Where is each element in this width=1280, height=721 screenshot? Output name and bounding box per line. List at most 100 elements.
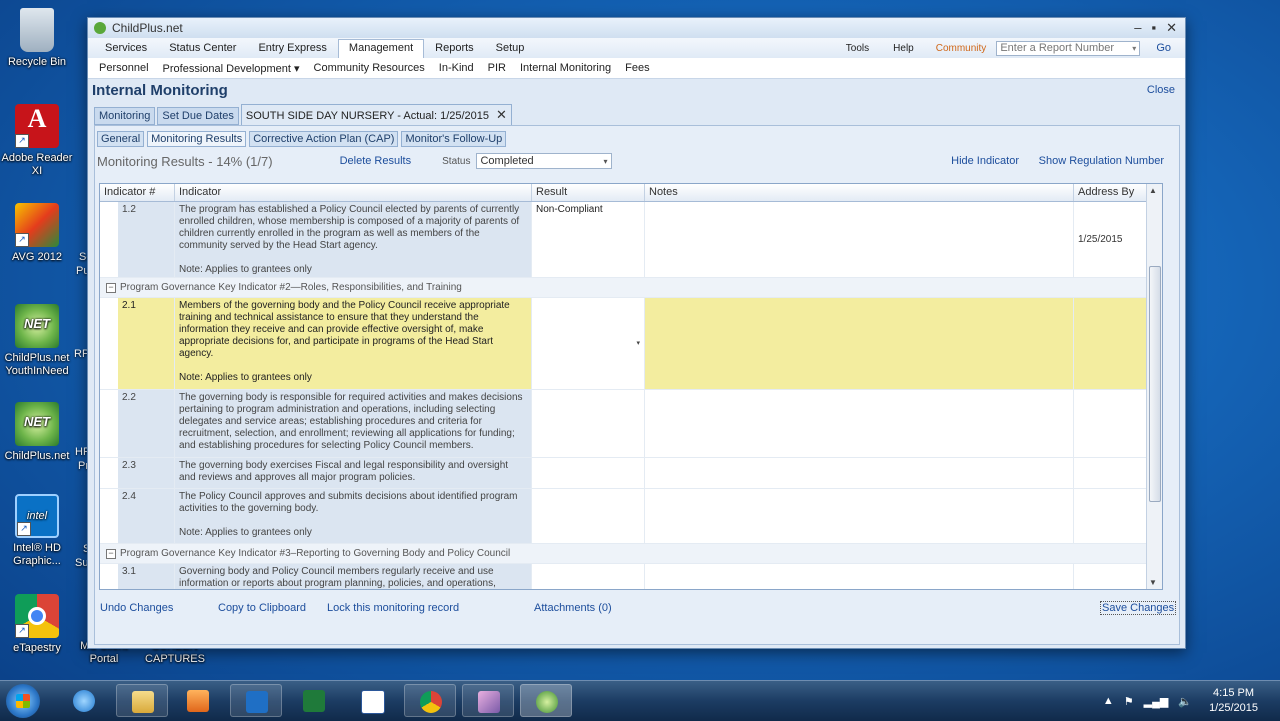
address-by-cell[interactable] (1074, 390, 1149, 457)
close-tab-icon[interactable]: ✕ (496, 107, 507, 122)
tab-monitors-follow-up[interactable]: Monitor's Follow-Up (401, 131, 507, 147)
tab-monitoring[interactable]: Monitoring (94, 107, 156, 125)
status-select[interactable]: Completed ▾ (476, 153, 613, 169)
taskbar-childplus[interactable] (520, 684, 572, 717)
taskbar-chrome[interactable] (404, 684, 456, 717)
result-cell[interactable] (532, 564, 645, 589)
desktop-icon-childplus[interactable]: ChildPlus.net (0, 402, 74, 463)
close-window-button[interactable]: ✕ (1166, 20, 1177, 36)
result-cell[interactable]: Non-Compliant (532, 202, 645, 277)
address-by-cell[interactable] (1074, 564, 1149, 589)
taskbar-image-viewer[interactable] (462, 684, 514, 717)
tab-south-side-day-nursery[interactable]: SOUTH SIDE DAY NURSERY - Actual: 1/25/20… (240, 104, 512, 125)
menu-reports[interactable]: Reports (424, 39, 485, 57)
table-row[interactable]: 2.4 The Policy Council approves and subm… (100, 489, 1162, 544)
taskbar-word[interactable] (346, 684, 398, 717)
submenu-professional-development[interactable]: Professional Development ▾ (156, 62, 307, 75)
network-icon[interactable]: ▂▄▆ (1144, 695, 1169, 708)
menu-setup[interactable]: Setup (485, 39, 536, 57)
menu-entry-express[interactable]: Entry Express (247, 39, 337, 57)
show-regulation-number-link[interactable]: Show Regulation Number (1039, 155, 1164, 167)
scroll-down-icon[interactable]: ▼ (1149, 578, 1157, 587)
notes-cell[interactable] (645, 489, 1074, 543)
tab-general[interactable]: General (97, 131, 145, 147)
save-changes-button[interactable]: Save Changes (1100, 601, 1177, 615)
chevron-down-icon[interactable]: ▾ (636, 338, 640, 350)
tab-set-due-dates[interactable]: Set Due Dates (157, 107, 239, 125)
taskbar-excel[interactable] (288, 684, 340, 717)
desktop-icon-etapestry[interactable]: ↗ eTapestry (0, 594, 74, 655)
start-button[interactable] (6, 684, 40, 718)
table-row[interactable]: 1.2 The program has established a Policy… (100, 202, 1162, 278)
maximize-button[interactable]: ▪ (1151, 20, 1156, 36)
go-button[interactable]: Go (1156, 42, 1171, 54)
notes-cell[interactable] (645, 298, 1074, 389)
result-dropdown[interactable]: ▾ (532, 298, 645, 389)
show-hidden-icons-icon[interactable]: ▲ (1103, 695, 1114, 707)
menu-tools[interactable]: Tools (846, 43, 869, 54)
hide-indicator-link[interactable]: Hide Indicator (951, 155, 1019, 167)
submenu-pir[interactable]: PIR (481, 62, 513, 74)
col-notes[interactable]: Notes (645, 184, 1074, 201)
scroll-up-icon[interactable]: ▲ (1149, 186, 1157, 195)
tab-corrective-action-plan[interactable]: Corrective Action Plan (CAP) (249, 131, 399, 147)
minimize-button[interactable]: – (1134, 20, 1141, 36)
menu-management[interactable]: Management (337, 38, 425, 58)
submenu-community-resources[interactable]: Community Resources (307, 62, 432, 74)
table-row[interactable]: 3.1 Governing body and Policy Council me… (100, 564, 1162, 589)
desktop-icon-adobe-reader[interactable]: ↗ Adobe Reader XI (0, 104, 74, 178)
submenu-in-kind[interactable]: In-Kind (432, 62, 481, 74)
volume-icon[interactable]: 🔈 (1178, 695, 1192, 708)
table-row[interactable]: 2.2 The governing body is responsible fo… (100, 390, 1162, 458)
taskbar-outlook[interactable] (230, 684, 282, 717)
address-by-cell[interactable] (1074, 298, 1149, 389)
result-cell[interactable] (532, 390, 645, 457)
result-cell[interactable] (532, 489, 645, 543)
menu-services[interactable]: Services (94, 39, 158, 57)
tab-monitoring-results[interactable]: Monitoring Results (147, 131, 247, 147)
collapse-icon[interactable]: − (106, 548, 116, 559)
scroll-thumb[interactable] (1149, 266, 1161, 502)
notes-cell[interactable] (645, 458, 1074, 488)
taskbar-internet-explorer[interactable] (58, 684, 110, 717)
desktop-icon-childplus-youthinneed[interactable]: ChildPlus.net YouthInNeed (0, 304, 74, 378)
copy-to-clipboard-link[interactable]: Copy to Clipboard (218, 602, 306, 614)
menu-help[interactable]: Help (893, 43, 914, 54)
notes-cell[interactable] (645, 390, 1074, 457)
taskbar-file-explorer[interactable] (116, 684, 168, 717)
delete-results-link[interactable]: Delete Results (340, 155, 412, 167)
lock-record-link[interactable]: Lock this monitoring record (327, 602, 459, 614)
report-number-input[interactable]: Enter a Report Number ▾ (996, 40, 1141, 56)
col-indicator-number[interactable]: Indicator # (100, 184, 175, 201)
flag-icon[interactable]: ⚑ (1124, 695, 1134, 708)
address-by-cell[interactable] (1074, 458, 1149, 488)
vertical-scrollbar[interactable]: ▲ ▼ (1146, 184, 1162, 589)
address-by-cell[interactable] (1074, 489, 1149, 543)
close-page-link[interactable]: Close (1147, 84, 1175, 96)
collapse-icon[interactable]: − (106, 282, 116, 293)
menu-community[interactable]: Community (936, 43, 987, 54)
undo-changes-link[interactable]: Undo Changes (100, 602, 173, 614)
desktop-icon-intel-hd[interactable]: ↗ Intel® HD Graphic... (0, 494, 74, 568)
taskbar-media-player[interactable] (172, 684, 224, 717)
address-by-cell[interactable]: 1/25/2015 (1074, 202, 1149, 277)
desktop-icon-recycle-bin[interactable]: Recycle Bin (0, 8, 74, 69)
menu-status-center[interactable]: Status Center (158, 39, 247, 57)
attachments-link[interactable]: Attachments (0) (534, 602, 612, 614)
group-row[interactable]: − Program Governance Key Indicator #3–Re… (100, 544, 1162, 564)
result-cell[interactable] (532, 458, 645, 488)
col-address-by[interactable]: Address By (1074, 184, 1149, 201)
group-row[interactable]: − Program Governance Key Indicator #2—Ro… (100, 278, 1162, 298)
clock[interactable]: 4:15 PM 1/25/2015 (1209, 686, 1258, 716)
col-indicator[interactable]: Indicator (175, 184, 532, 201)
table-row[interactable]: 2.1 Members of the governing body and th… (100, 298, 1162, 390)
col-result[interactable]: Result (532, 184, 645, 201)
notes-cell[interactable] (645, 202, 1074, 277)
desktop-icon-avg[interactable]: ↗ AVG 2012 (0, 203, 74, 264)
title-bar[interactable]: ChildPlus.net – ▪ ✕ (88, 18, 1185, 38)
submenu-personnel[interactable]: Personnel (92, 62, 156, 74)
notes-cell[interactable] (645, 564, 1074, 589)
submenu-fees[interactable]: Fees (618, 62, 656, 74)
table-row[interactable]: 2.3 The governing body exercises Fiscal … (100, 458, 1162, 489)
submenu-internal-monitoring[interactable]: Internal Monitoring (513, 62, 618, 74)
